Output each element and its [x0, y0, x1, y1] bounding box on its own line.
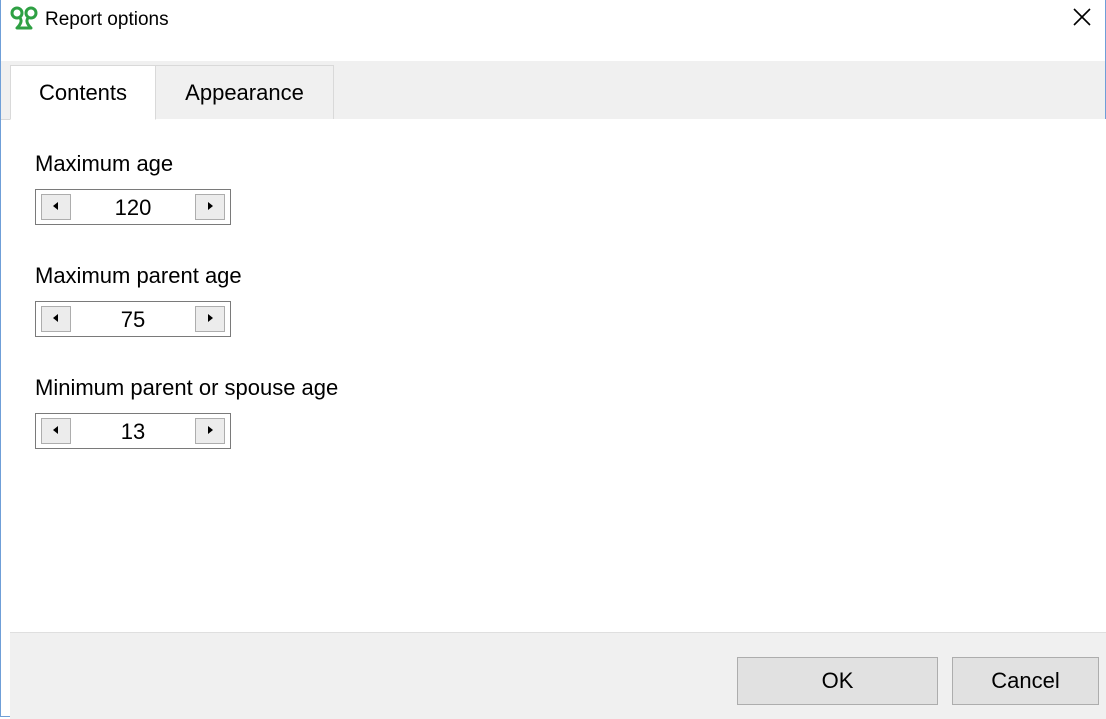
tab-appearance[interactable]: Appearance — [156, 65, 334, 119]
maximum-parent-age-increment-button[interactable] — [195, 306, 225, 332]
maximum-age-label: Maximum age — [35, 151, 174, 176]
minimum-parent-or-spouse-age-label: Minimum parent or spouse age — [35, 375, 339, 400]
dialog-footer: OK Cancel — [10, 632, 1106, 719]
arrow-left-icon — [52, 422, 60, 440]
report-options-dialog: Report options Contents Appearance Maxim… — [0, 0, 1106, 719]
maximum-age-decrement-button[interactable] — [41, 194, 71, 220]
arrow-right-icon — [206, 198, 214, 216]
maximum-age-value[interactable]: 120 — [76, 195, 190, 221]
ok-button[interactable]: OK — [737, 657, 938, 705]
maximum-parent-age-value[interactable]: 75 — [76, 307, 190, 333]
minimum-parent-or-spouse-age-decrement-button[interactable] — [41, 418, 71, 444]
maximum-age-increment-button[interactable] — [195, 194, 225, 220]
arrow-right-icon — [206, 422, 214, 440]
maximum-parent-age-decrement-button[interactable] — [41, 306, 71, 332]
tab-contents[interactable]: Contents — [10, 65, 156, 120]
minimum-parent-or-spouse-age-spinner[interactable]: 13 — [35, 413, 231, 449]
maximum-parent-age-label: Maximum parent age — [35, 263, 242, 288]
arrow-right-icon — [206, 310, 214, 328]
cancel-button[interactable]: Cancel — [952, 657, 1099, 705]
minimum-parent-or-spouse-age-increment-button[interactable] — [195, 418, 225, 444]
close-button[interactable] — [1059, 0, 1105, 38]
arrow-left-icon — [52, 198, 60, 216]
arrow-left-icon — [52, 310, 60, 328]
maximum-parent-age-spinner[interactable]: 75 — [35, 301, 231, 337]
close-icon — [1072, 7, 1092, 32]
window-title: Report options — [45, 9, 169, 30]
minimum-parent-or-spouse-age-value[interactable]: 13 — [76, 419, 190, 445]
app-logo-icon — [10, 6, 38, 32]
maximum-age-spinner[interactable]: 120 — [35, 189, 231, 225]
tab-panel-contents: Maximum age 120 Maximum parent age 75 Mi… — [10, 119, 1106, 632]
title-bar: Report options — [1, 0, 1105, 38]
